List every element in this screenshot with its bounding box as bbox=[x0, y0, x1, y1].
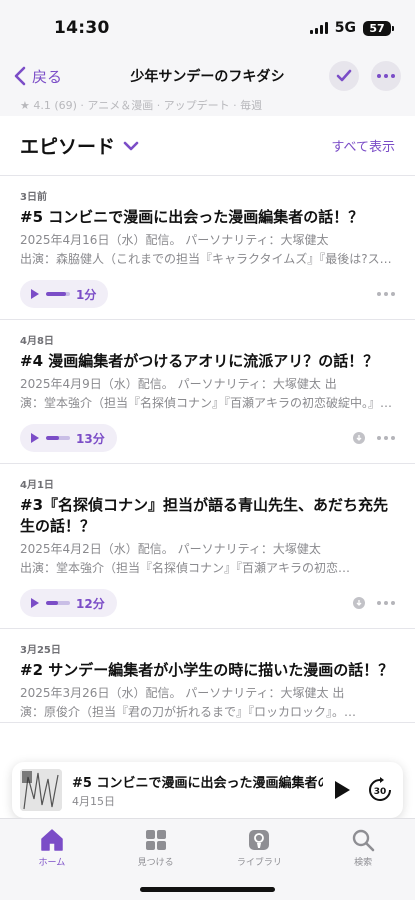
play-icon bbox=[31, 598, 39, 608]
follow-button[interactable] bbox=[329, 61, 359, 91]
tab-label: ライブラリ bbox=[236, 858, 282, 868]
back-button[interactable]: 戻る bbox=[14, 66, 62, 87]
mini-player[interactable]: #5 コンビニで漫画に出会った漫画編集者の話！？ 4月15日 30 bbox=[12, 762, 403, 818]
episode-actions bbox=[377, 292, 395, 296]
progress-bar bbox=[46, 436, 70, 440]
back-label: 戻る bbox=[32, 67, 63, 86]
episode-play-button[interactable]: 1分 bbox=[20, 280, 109, 308]
progress-fill bbox=[46, 292, 67, 296]
episode-more-button[interactable] bbox=[377, 601, 395, 605]
episode-date: 4月1日 bbox=[20, 480, 54, 491]
episode-controls: 13分 bbox=[20, 413, 395, 463]
episode-row[interactable]: 4月1日 #3『名探偵コナン』担当が語る青山先生、あだち充先生の話！？ 2025… bbox=[0, 464, 415, 629]
episode-more-button[interactable] bbox=[377, 436, 395, 440]
episode-row[interactable]: 3日前 #5 コンビニで漫画に出会った漫画編集者の話！？ 2025年4月16日（… bbox=[0, 176, 415, 320]
episode-title: #4 漫画編集者がつけるアオリに流派アリ？の話！？ bbox=[20, 352, 379, 370]
downloaded-icon bbox=[353, 597, 365, 609]
episode-controls: 1分 bbox=[20, 269, 395, 319]
episode-duration: 12分 bbox=[76, 596, 105, 611]
episode-actions bbox=[353, 597, 395, 609]
network-type: 5G bbox=[334, 20, 356, 36]
episode-description: 2025年4月2日（水）配信。 パーソナリティ：大塚健太 出演：堂本強介（担当『… bbox=[20, 540, 395, 578]
status-bar: 14:30 5G 57 bbox=[0, 0, 415, 56]
episode-description: 2025年3月26日（水）配信。 パーソナリティ：大塚健太 出 演：原俊介（担当… bbox=[20, 684, 395, 722]
battery-icon: 57 bbox=[363, 20, 394, 36]
progress-bar bbox=[46, 601, 70, 605]
chevron-left-icon bbox=[14, 66, 26, 86]
tab-bar: ホーム 見つける ライブラリ 検索 bbox=[0, 818, 415, 900]
mini-player-subtitle: 4月15日 bbox=[72, 794, 115, 808]
episode-description: 2025年4月16日（水）配信。 パーソナリティ：大塚健太 出演：森脇健人（これ… bbox=[20, 231, 395, 269]
episode-description: 2025年4月9日（水）配信。 パーソナリティ：大塚健太 出 演：堂本強介（担当… bbox=[20, 375, 395, 413]
section-title: エピソード bbox=[20, 136, 116, 158]
episode-artwork bbox=[20, 769, 62, 811]
library-icon bbox=[249, 830, 270, 850]
mini-player-title: #5 コンビニで漫画に出会った漫画編集者の話！？ bbox=[72, 775, 323, 791]
tab-label: ホーム bbox=[38, 858, 66, 868]
tab-label: 検索 bbox=[354, 858, 373, 868]
progress-fill bbox=[46, 436, 60, 440]
episode-row[interactable]: 3月25日 #2 サンデー編集者が小学生の時に描いた漫画の話！？ 2025年3月… bbox=[0, 629, 415, 723]
status-indicators: 5G 57 bbox=[309, 20, 394, 36]
episode-more-button[interactable] bbox=[377, 292, 395, 296]
more-button[interactable] bbox=[371, 61, 401, 91]
play-icon[interactable] bbox=[333, 780, 351, 800]
episodes-filter[interactable]: エピソード bbox=[20, 132, 139, 159]
episode-list: 3日前 #5 コンビニで漫画に出会った漫画編集者の話！？ 2025年4月16日（… bbox=[0, 176, 415, 723]
progress-bar bbox=[46, 292, 70, 296]
mini-player-controls: 30 bbox=[333, 777, 393, 803]
signal-icon bbox=[309, 22, 328, 34]
episode-description-line: 2025年4月16日（水）配信。 パーソナリティ：大塚健太 bbox=[20, 233, 329, 247]
episode-description-line: 出演：森脇健人（これまでの担当『キャラクタイムズ』『最後は?ストレート!!』『銀… bbox=[20, 252, 395, 266]
episode-duration: 1分 bbox=[76, 287, 97, 302]
episode-title: #5 コンビニで漫画に出会った漫画編集者の話！？ bbox=[20, 208, 364, 226]
see-all-link[interactable]: すべて表示 bbox=[331, 136, 395, 155]
episode-description-line: 演：堂本強介（担当『名探偵コナン』『百瀬アキラの初恋破綻中。』『恋喰少女』など。… bbox=[20, 396, 395, 410]
episode-row[interactable]: 4月8日 #4 漫画編集者がつけるアオリに流派アリ？の話！？ 2025年4月9日… bbox=[0, 320, 415, 464]
episode-description-line: 出演：堂本強介（担当『名探偵コナン』『百瀬アキラの初恋… bbox=[20, 561, 351, 575]
play-icon bbox=[31, 289, 39, 299]
chevron-down-icon bbox=[123, 141, 139, 150]
episode-play-button[interactable]: 12分 bbox=[20, 589, 117, 617]
tab-label: 見つける bbox=[137, 858, 174, 868]
home-icon bbox=[41, 829, 63, 851]
episode-play-button[interactable]: 13分 bbox=[20, 424, 117, 452]
grid-icon bbox=[145, 830, 166, 850]
episode-title: #2 サンデー編集者が小学生の時に描いた漫画の話！？ bbox=[20, 661, 394, 679]
episode-date: 3日前 bbox=[20, 192, 47, 203]
tab-search[interactable]: 検索 bbox=[323, 827, 403, 900]
episode-description-line: 2025年4月2日（水）配信。 パーソナリティ：大塚健太 bbox=[20, 542, 321, 556]
episode-description-line: 演：原俊介（担当『君の刀が折れるまで』『ロッカロック』。… bbox=[20, 705, 357, 719]
episode-duration: 13分 bbox=[76, 431, 105, 446]
episode-actions bbox=[353, 432, 395, 444]
episode-title: #3『名探偵コナン』担当が語る青山先生、あだち充先生の話！？ bbox=[20, 496, 389, 535]
search-icon bbox=[352, 829, 375, 852]
home-indicator bbox=[140, 887, 275, 892]
episode-list-area[interactable]: エピソード すべて表示 3日前 #5 コンビニで漫画に出会った漫画編集者の話！？… bbox=[0, 116, 415, 770]
podcast-info: ★ 4.1 (69) · アニメ＆漫画 · アップデート · 毎週 bbox=[0, 96, 415, 116]
battery-level: 57 bbox=[369, 21, 385, 35]
episode-date: 3月25日 bbox=[20, 645, 61, 656]
episodes-header: エピソード すべて表示 bbox=[0, 116, 415, 176]
downloaded-icon bbox=[353, 432, 365, 444]
status-time: 14:30 bbox=[54, 18, 110, 38]
skip-label: 30 bbox=[374, 787, 387, 797]
episode-description-line: 2025年3月26日（水）配信。 パーソナリティ：大塚健太 出 bbox=[20, 686, 345, 700]
mini-player-info: #5 コンビニで漫画に出会った漫画編集者の話！？ 4月15日 bbox=[72, 772, 323, 809]
play-icon bbox=[31, 433, 39, 443]
checkmark-icon bbox=[336, 69, 352, 82]
nav-actions bbox=[329, 61, 401, 91]
episode-description-line: 2025年4月9日（水）配信。 パーソナリティ：大塚健太 出 bbox=[20, 377, 337, 391]
ellipsis-icon bbox=[377, 74, 395, 78]
tab-home[interactable]: ホーム bbox=[12, 827, 92, 900]
episode-controls: 12分 bbox=[20, 578, 395, 628]
episode-date: 4月8日 bbox=[20, 336, 54, 347]
progress-fill bbox=[46, 601, 58, 605]
navigation-bar: 戻る 少年サンデーのフキダシ bbox=[0, 56, 415, 96]
skip-forward-30-icon[interactable]: 30 bbox=[367, 777, 393, 803]
